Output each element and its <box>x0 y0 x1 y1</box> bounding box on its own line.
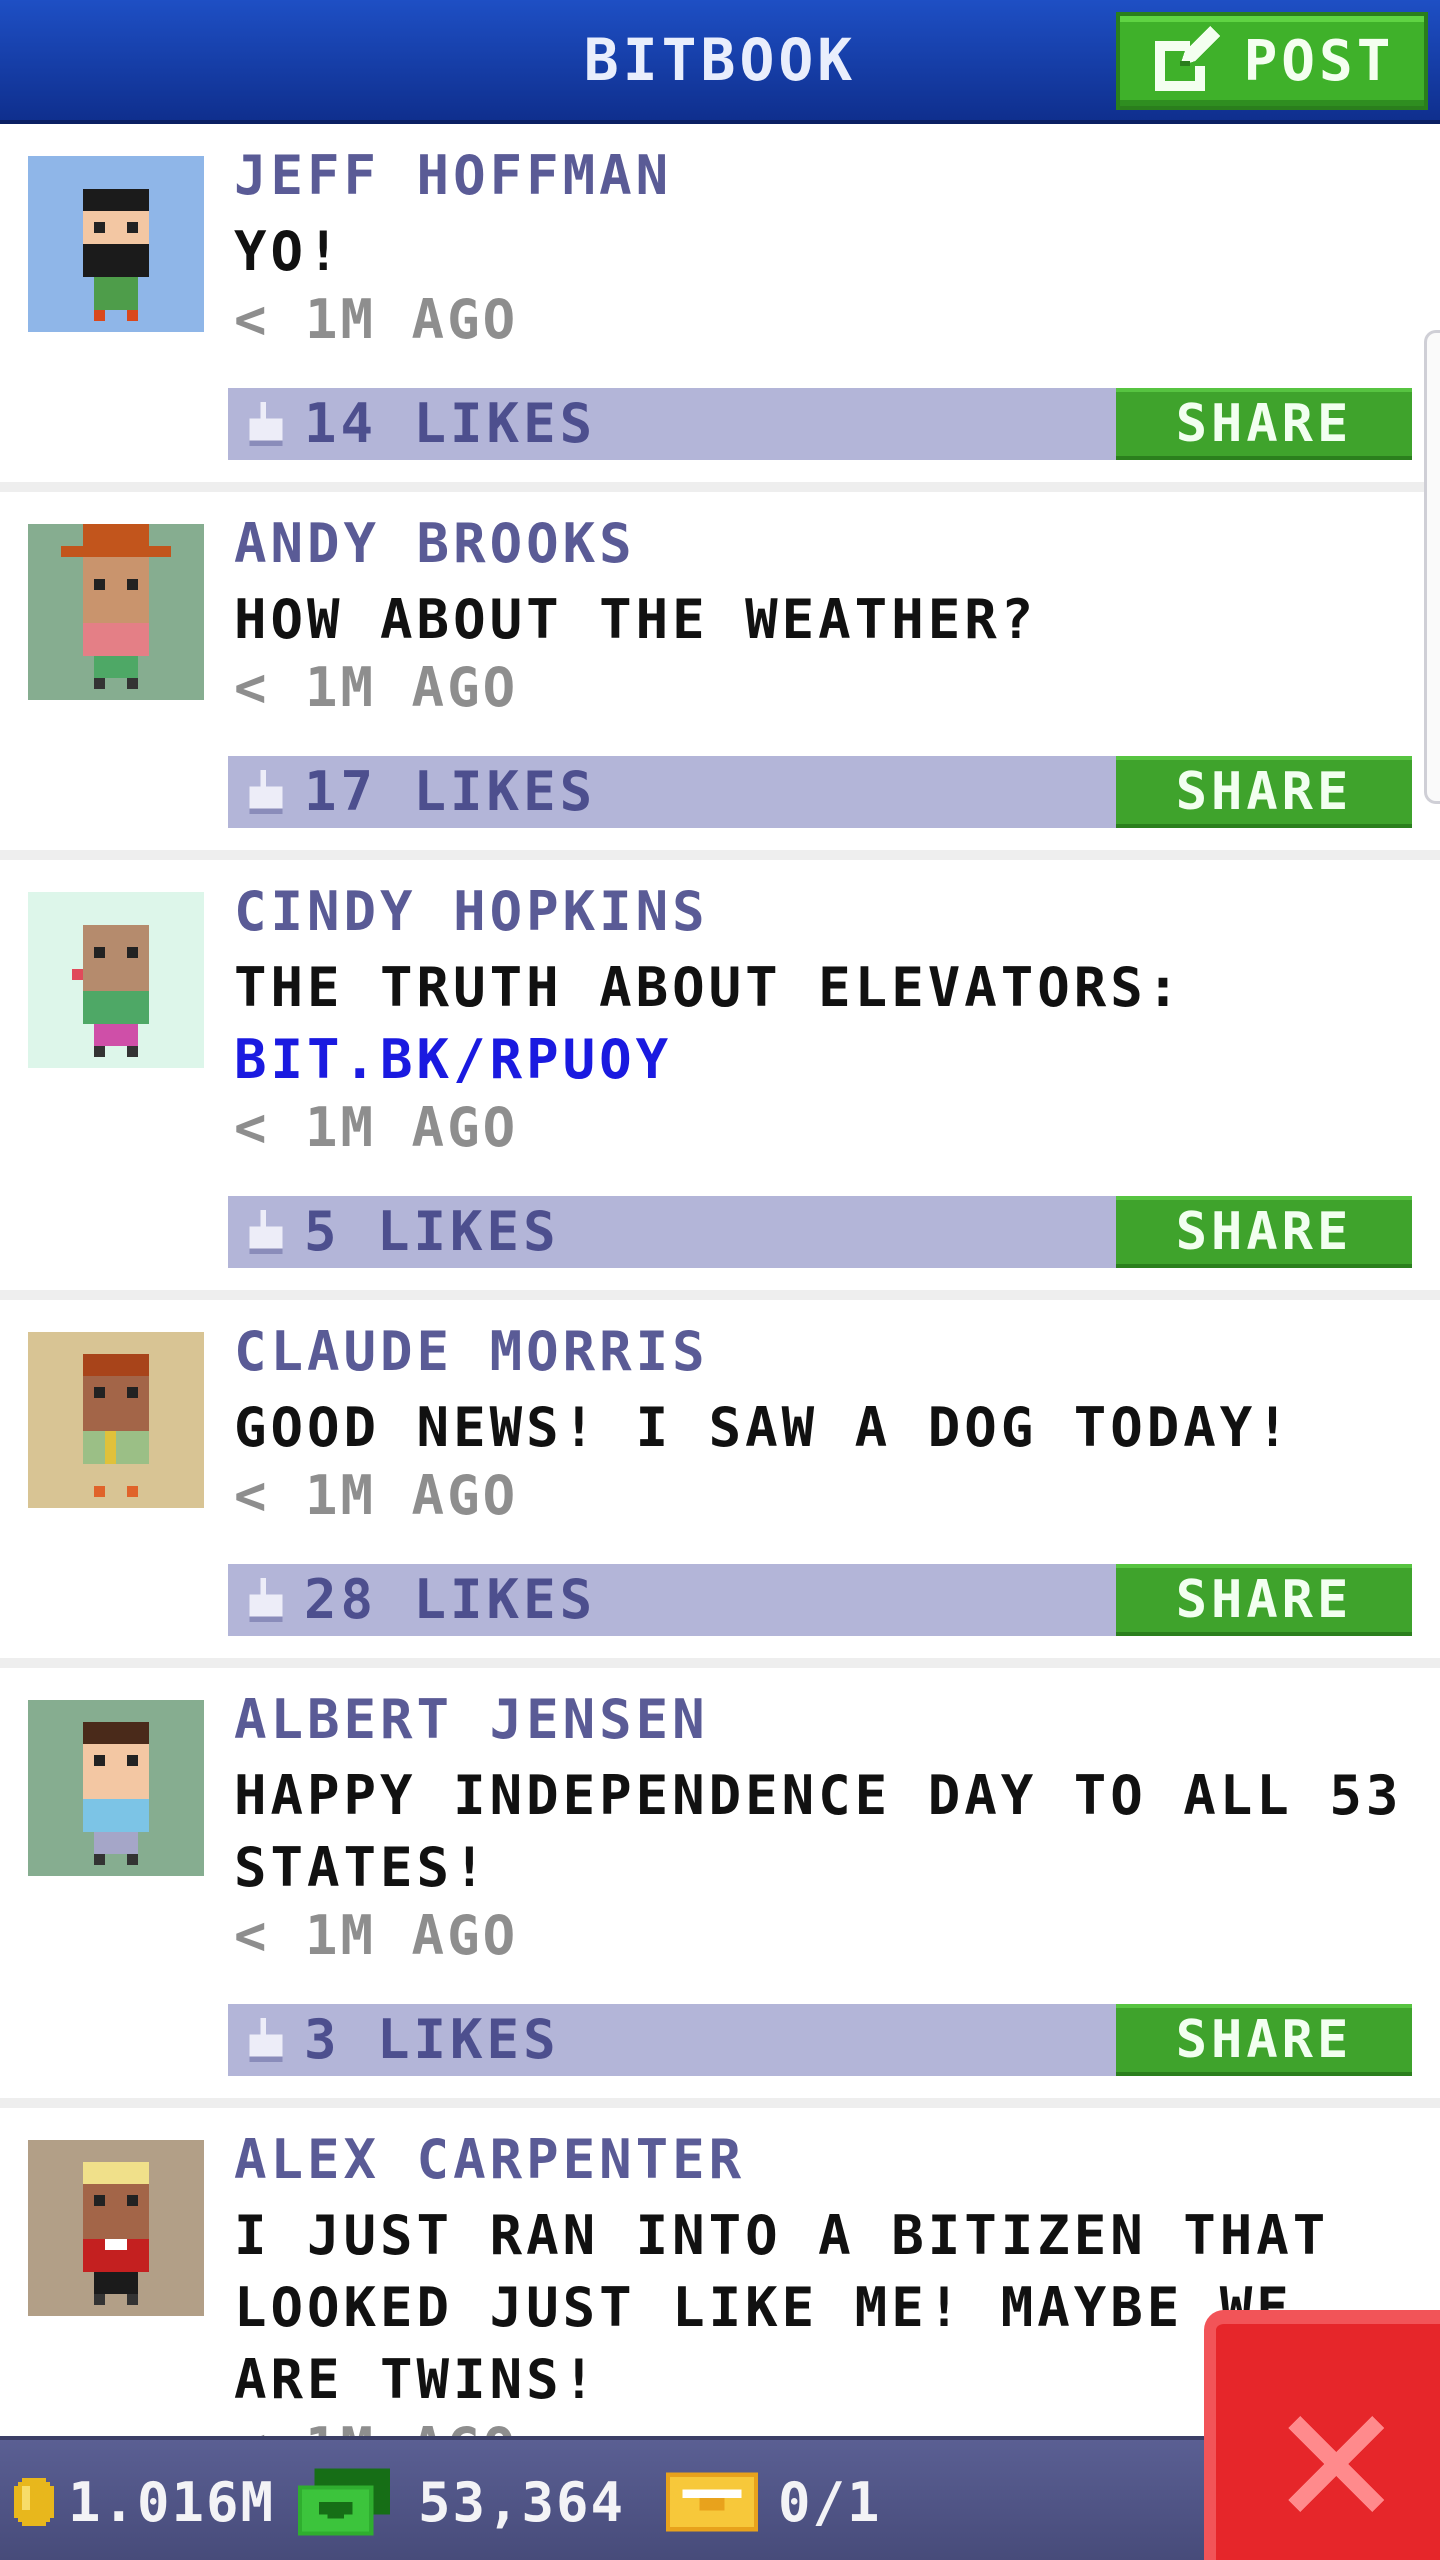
post-button[interactable]: POST <box>1116 12 1428 110</box>
bux-value: 53,364 <box>418 2470 626 2534</box>
coin-icon <box>14 2478 54 2526</box>
bitizen-avatar-image <box>28 892 204 1068</box>
avatar[interactable] <box>28 1700 204 1876</box>
post-divider <box>0 482 1440 492</box>
post-button-label: POST <box>1243 28 1395 94</box>
bitizen-avatar-image <box>28 1332 204 1508</box>
thumbs-up-icon <box>249 770 283 814</box>
thumbs-up-icon <box>249 2018 283 2062</box>
feed-post: JEFF HOFFMAN YO! < 1M AGO 14 LIKES SHARE <box>0 124 1440 492</box>
post-text: YO! <box>234 220 344 283</box>
bitizen-avatar-image <box>28 1700 204 1876</box>
close-icon <box>1288 2416 1384 2512</box>
post-text: GOOD NEWS! I SAW A DOG TODAY! <box>234 1396 1293 1459</box>
avatar[interactable] <box>28 524 204 700</box>
post-author[interactable]: ALEX CARPENTER <box>234 2128 745 2191</box>
edit-icon <box>1154 26 1220 91</box>
post-author[interactable]: ALBERT JENSEN <box>234 1688 709 1751</box>
post-divider <box>0 1658 1440 1668</box>
feed-post: ANDY BROOKS HOW ABOUT THE WEATHER? < 1M … <box>0 492 1440 860</box>
post-timestamp: < 1M AGO <box>234 2416 518 2436</box>
post-message: THE TRUTH ABOUT ELEVATORS: BIT.BK/RPUOY <box>234 952 1414 1096</box>
likes-count: 17 LIKES <box>304 760 597 823</box>
cash-icon <box>298 2468 390 2536</box>
post-timestamp: < 1M AGO <box>234 656 519 719</box>
like-bar[interactable]: 3 LIKES SHARE <box>228 2004 1412 2076</box>
coins-stat: 1.016M <box>6 2440 275 2560</box>
thumbs-up-icon <box>249 1210 283 1254</box>
feed-post: ALBERT JENSEN HAPPY INDEPENDENCE DAY TO … <box>0 1668 1440 2108</box>
coins-value: 1.016M <box>68 2470 276 2534</box>
post-divider <box>0 1290 1440 1300</box>
avatar[interactable] <box>28 1332 204 1508</box>
post-text: I JUST RAN INTO A BITIZEN THAT LOOKED JU… <box>234 2204 1330 2411</box>
bitizen-avatar-image <box>28 156 204 332</box>
post-message: GOOD NEWS! I SAW A DOG TODAY! <box>234 1392 1414 1464</box>
like-bar[interactable]: 5 LIKES SHARE <box>228 1196 1412 1268</box>
bitizen-avatar-image <box>28 2140 204 2316</box>
post-divider <box>0 850 1440 860</box>
share-button[interactable]: SHARE <box>1116 1196 1412 1268</box>
post-message: HAPPY INDEPENDENCE DAY TO ALL 53 STATES! <box>234 1760 1414 1904</box>
post-author[interactable]: ANDY BROOKS <box>234 512 636 575</box>
tickets-value: 0/1 <box>778 2470 882 2534</box>
post-divider <box>0 2098 1440 2108</box>
likes-count: 3 LIKES <box>304 2008 560 2071</box>
post-message: YO! <box>234 216 1414 288</box>
thumbs-up-icon <box>249 402 283 446</box>
post-timestamp: < 1M AGO <box>234 1464 519 1527</box>
feed-post: CLAUDE MORRIS GOOD NEWS! I SAW A DOG TOD… <box>0 1300 1440 1668</box>
scrollbar[interactable] <box>1424 330 1440 804</box>
avatar[interactable] <box>28 892 204 1068</box>
thumbs-up-icon <box>249 1578 283 1622</box>
share-button[interactable]: SHARE <box>1116 756 1412 828</box>
post-author[interactable]: CLAUDE MORRIS <box>234 1320 709 1383</box>
post-link[interactable]: BIT.BK/RPUOY <box>234 1028 672 1091</box>
close-button[interactable] <box>1204 2310 1440 2560</box>
feed-post: CINDY HOPKINS THE TRUTH ABOUT ELEVATORS:… <box>0 860 1440 1300</box>
post-timestamp: < 1M AGO <box>234 1096 519 1159</box>
post-text: HOW ABOUT THE WEATHER? <box>234 588 1038 651</box>
news-feed[interactable]: JEFF HOFFMAN YO! < 1M AGO 14 LIKES SHARE <box>0 124 1440 2436</box>
avatar[interactable] <box>28 2140 204 2316</box>
post-text: HAPPY INDEPENDENCE DAY TO ALL 53 STATES! <box>234 1764 1403 1899</box>
likes-count: 14 LIKES <box>304 392 597 455</box>
post-author[interactable]: JEFF HOFFMAN <box>234 144 672 207</box>
post-timestamp: < 1M AGO <box>234 1904 519 1967</box>
app-header: BITBOOK POST <box>0 0 1440 124</box>
post-author[interactable]: CINDY HOPKINS <box>234 880 709 943</box>
bux-stat: 53,364 <box>298 2440 625 2560</box>
like-bar[interactable]: 14 LIKES SHARE <box>228 388 1412 460</box>
likes-count: 28 LIKES <box>304 1568 597 1631</box>
post-timestamp: < 1M AGO <box>234 288 519 351</box>
like-bar[interactable]: 17 LIKES SHARE <box>228 756 1412 828</box>
share-button[interactable]: SHARE <box>1116 1564 1412 1636</box>
bitizen-avatar-image <box>28 524 204 700</box>
tickets-stat: 0/1 <box>666 2440 882 2560</box>
share-button[interactable]: SHARE <box>1116 2004 1412 2076</box>
like-bar[interactable]: 28 LIKES SHARE <box>228 1564 1412 1636</box>
post-message: HOW ABOUT THE WEATHER? <box>234 584 1414 656</box>
likes-count: 5 LIKES <box>304 1200 560 1263</box>
avatar[interactable] <box>28 156 204 332</box>
share-button[interactable]: SHARE <box>1116 388 1412 460</box>
ticket-icon <box>666 2472 758 2532</box>
post-text: THE TRUTH ABOUT ELEVATORS: <box>234 956 1184 1019</box>
